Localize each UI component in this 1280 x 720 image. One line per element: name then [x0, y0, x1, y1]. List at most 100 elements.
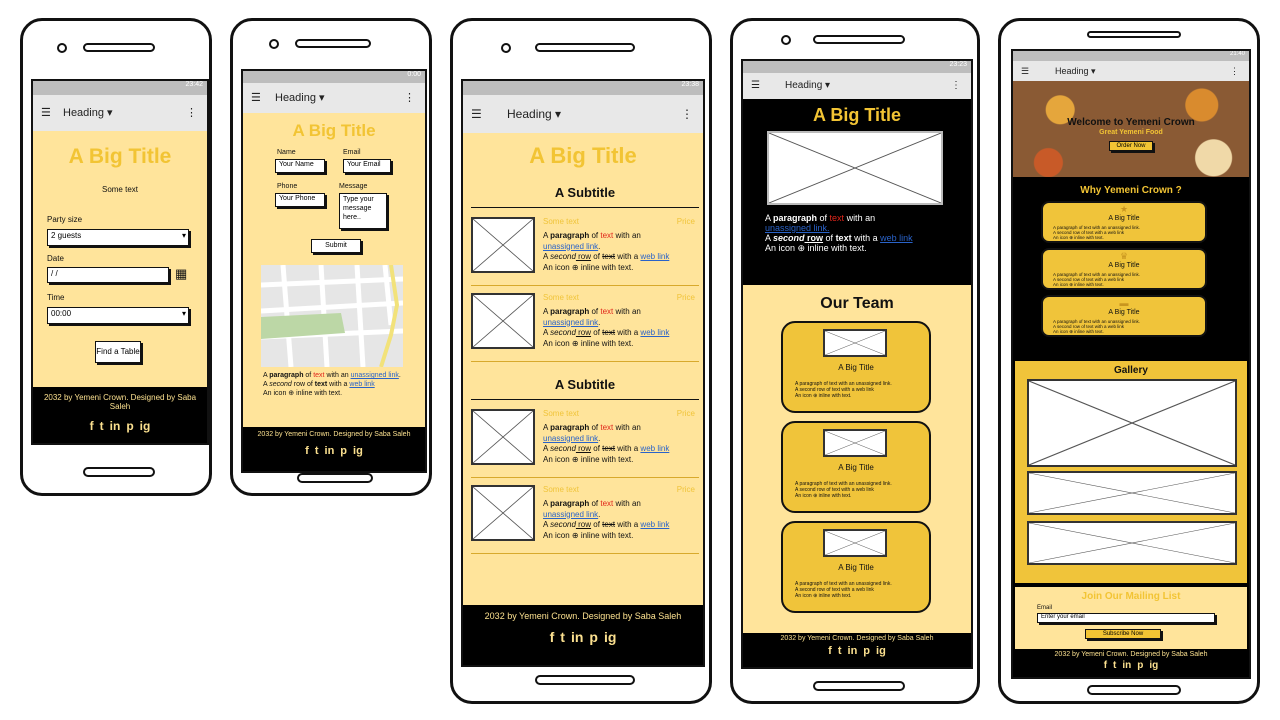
phone-mockup-about: 23:23 ☰ Heading ▾ ⋮ A Big Title A paragr…: [730, 18, 980, 704]
page-title: A Big Title: [68, 145, 172, 168]
party-size-select[interactable]: 2 guests ▾: [47, 229, 189, 246]
message-textarea[interactable]: Type your message here..: [339, 193, 387, 229]
twitter-icon[interactable]: t: [1113, 660, 1116, 671]
web-link[interactable]: web link: [880, 233, 913, 243]
team-card[interactable]: A Big Title A paragraph of text with an …: [781, 321, 931, 413]
clock: 21:40: [1229, 51, 1245, 57]
linkedin-icon[interactable]: in: [110, 419, 121, 433]
menu-item[interactable]: Some text Price A paragraph of text with…: [463, 291, 703, 363]
twitter-icon[interactable]: t: [560, 629, 565, 645]
facebook-icon[interactable]: f: [550, 629, 555, 645]
instagram-icon[interactable]: ig: [604, 629, 616, 645]
linkedin-icon[interactable]: in: [325, 445, 335, 457]
hamburger-menu-icon[interactable]: ☰: [1021, 61, 1029, 81]
facebook-icon[interactable]: f: [305, 445, 309, 457]
team-member-photo: [823, 429, 887, 457]
facebook-icon[interactable]: f: [828, 645, 832, 657]
heading-dropdown[interactable]: Heading ▾: [275, 83, 325, 113]
time-select[interactable]: 00:00 ▾: [47, 307, 189, 324]
home-button: [535, 675, 635, 685]
map-image[interactable]: [261, 265, 403, 367]
web-link[interactable]: web link: [640, 520, 669, 529]
facebook-icon[interactable]: f: [1104, 660, 1107, 671]
unassigned-link[interactable]: unassigned link: [543, 510, 598, 519]
status-bar: 23:42: [33, 81, 207, 95]
gallery-image-placeholder[interactable]: [1027, 521, 1237, 565]
app-bar: ☰ Heading ▾ ⋮: [33, 95, 207, 131]
hamburger-menu-icon[interactable]: ☰: [251, 83, 261, 113]
social-links: f t in p ig: [463, 629, 703, 645]
party-size-label: Party size: [47, 215, 83, 224]
gallery-section: Gallery: [1015, 361, 1247, 583]
menu-item-image: [471, 293, 535, 349]
web-link[interactable]: web link: [349, 381, 374, 388]
facebook-icon[interactable]: f: [90, 419, 94, 433]
date-input[interactable]: / /: [47, 267, 169, 283]
unassigned-link[interactable]: unassigned link: [351, 372, 399, 379]
team-card[interactable]: A Big Title A paragraph of text with an …: [781, 521, 931, 613]
calendar-icon[interactable]: ▦: [175, 266, 187, 282]
email-input[interactable]: Your Email: [343, 159, 391, 173]
find-table-button[interactable]: Find a Table: [95, 341, 141, 363]
screen: 0:00 ☰ Heading ▾ ⋮ A Big Title Name Your…: [241, 69, 427, 473]
twitter-icon[interactable]: t: [100, 419, 104, 433]
hamburger-menu-icon[interactable]: ☰: [751, 73, 760, 99]
feature-card[interactable]: ♛ A Big Title A paragraph of text with a…: [1041, 248, 1207, 290]
card-text: A paragraph of text with an unassigned l…: [1053, 272, 1141, 287]
gallery-image-placeholder[interactable]: [1027, 471, 1237, 515]
overflow-menu-icon[interactable]: ⋮: [186, 95, 197, 131]
linkedin-icon[interactable]: in: [1122, 660, 1131, 671]
clock: 23:42: [185, 81, 203, 88]
feature-card[interactable]: ▬ A Big Title A paragraph of text with a…: [1041, 295, 1207, 337]
divider: [471, 285, 699, 286]
heading-dropdown[interactable]: Heading ▾: [1055, 61, 1096, 81]
hero-subtitle: Great Yemeni Food: [1099, 129, 1163, 136]
mailing-list-section: Join Our Mailing List Email Enter your e…: [1015, 587, 1247, 651]
linkedin-icon[interactable]: in: [571, 629, 583, 645]
unassigned-link[interactable]: unassigned link: [543, 434, 598, 443]
email-input[interactable]: Enter your email: [1037, 613, 1215, 623]
name-input[interactable]: Your Name: [275, 159, 325, 173]
menu-item[interactable]: Some text Price A paragraph of text with…: [463, 483, 703, 555]
instagram-icon[interactable]: ig: [1149, 660, 1158, 671]
pinterest-icon[interactable]: p: [863, 645, 870, 657]
submit-button[interactable]: Submit: [311, 239, 361, 253]
screen: 21:40 ☰ Heading ▾ ⋮ Welcome to Yemeni Cr…: [1011, 49, 1251, 679]
instagram-icon[interactable]: ig: [353, 445, 363, 457]
phone-input[interactable]: Your Phone: [275, 193, 325, 207]
feature-card[interactable]: ★ A Big Title A paragraph of text with a…: [1041, 201, 1207, 243]
menu-item[interactable]: Some text Price A paragraph of text with…: [463, 215, 703, 287]
order-now-button[interactable]: Order Now: [1109, 141, 1153, 151]
card-title: A Big Title: [1108, 309, 1140, 316]
gallery-image-placeholder[interactable]: [1027, 379, 1237, 467]
twitter-icon[interactable]: t: [838, 645, 842, 657]
pinterest-icon[interactable]: p: [126, 419, 133, 433]
instagram-icon[interactable]: ig: [876, 645, 886, 657]
menu-item[interactable]: Some text Price A paragraph of text with…: [463, 407, 703, 479]
hamburger-menu-icon[interactable]: ☰: [41, 95, 51, 131]
unassigned-link[interactable]: unassigned link: [543, 242, 598, 251]
heading-dropdown[interactable]: Heading ▾: [785, 73, 830, 99]
pinterest-icon[interactable]: p: [589, 629, 598, 645]
overflow-menu-icon[interactable]: ⋮: [951, 73, 961, 99]
pinterest-icon[interactable]: p: [340, 445, 347, 457]
footer: 2032 by Yemeni Crown. Designed by Saba S…: [243, 427, 425, 471]
subscribe-button[interactable]: Subscribe Now: [1085, 629, 1161, 639]
camera-icon: [501, 43, 511, 53]
pinterest-icon[interactable]: p: [1137, 660, 1143, 671]
overflow-menu-icon[interactable]: ⋮: [404, 83, 415, 113]
unassigned-link[interactable]: unassigned link.: [765, 223, 830, 233]
linkedin-icon[interactable]: in: [848, 645, 858, 657]
card-title: A Big Title: [1108, 262, 1140, 269]
instagram-icon[interactable]: ig: [140, 419, 151, 433]
hero-banner: Welcome to Yemeni Crown Great Yemeni Foo…: [1013, 81, 1249, 177]
team-card[interactable]: A Big Title A paragraph of text with an …: [781, 421, 931, 513]
heading-dropdown[interactable]: Heading ▾: [63, 95, 113, 131]
overflow-menu-icon[interactable]: ⋮: [1230, 61, 1239, 81]
unassigned-link[interactable]: unassigned link: [543, 318, 598, 327]
twitter-icon[interactable]: t: [315, 445, 319, 457]
web-link[interactable]: web link: [640, 328, 669, 337]
web-link[interactable]: web link: [640, 252, 669, 261]
card-text: A paragraph of text with an unassigned l…: [1053, 225, 1141, 240]
web-link[interactable]: web link: [640, 444, 669, 453]
